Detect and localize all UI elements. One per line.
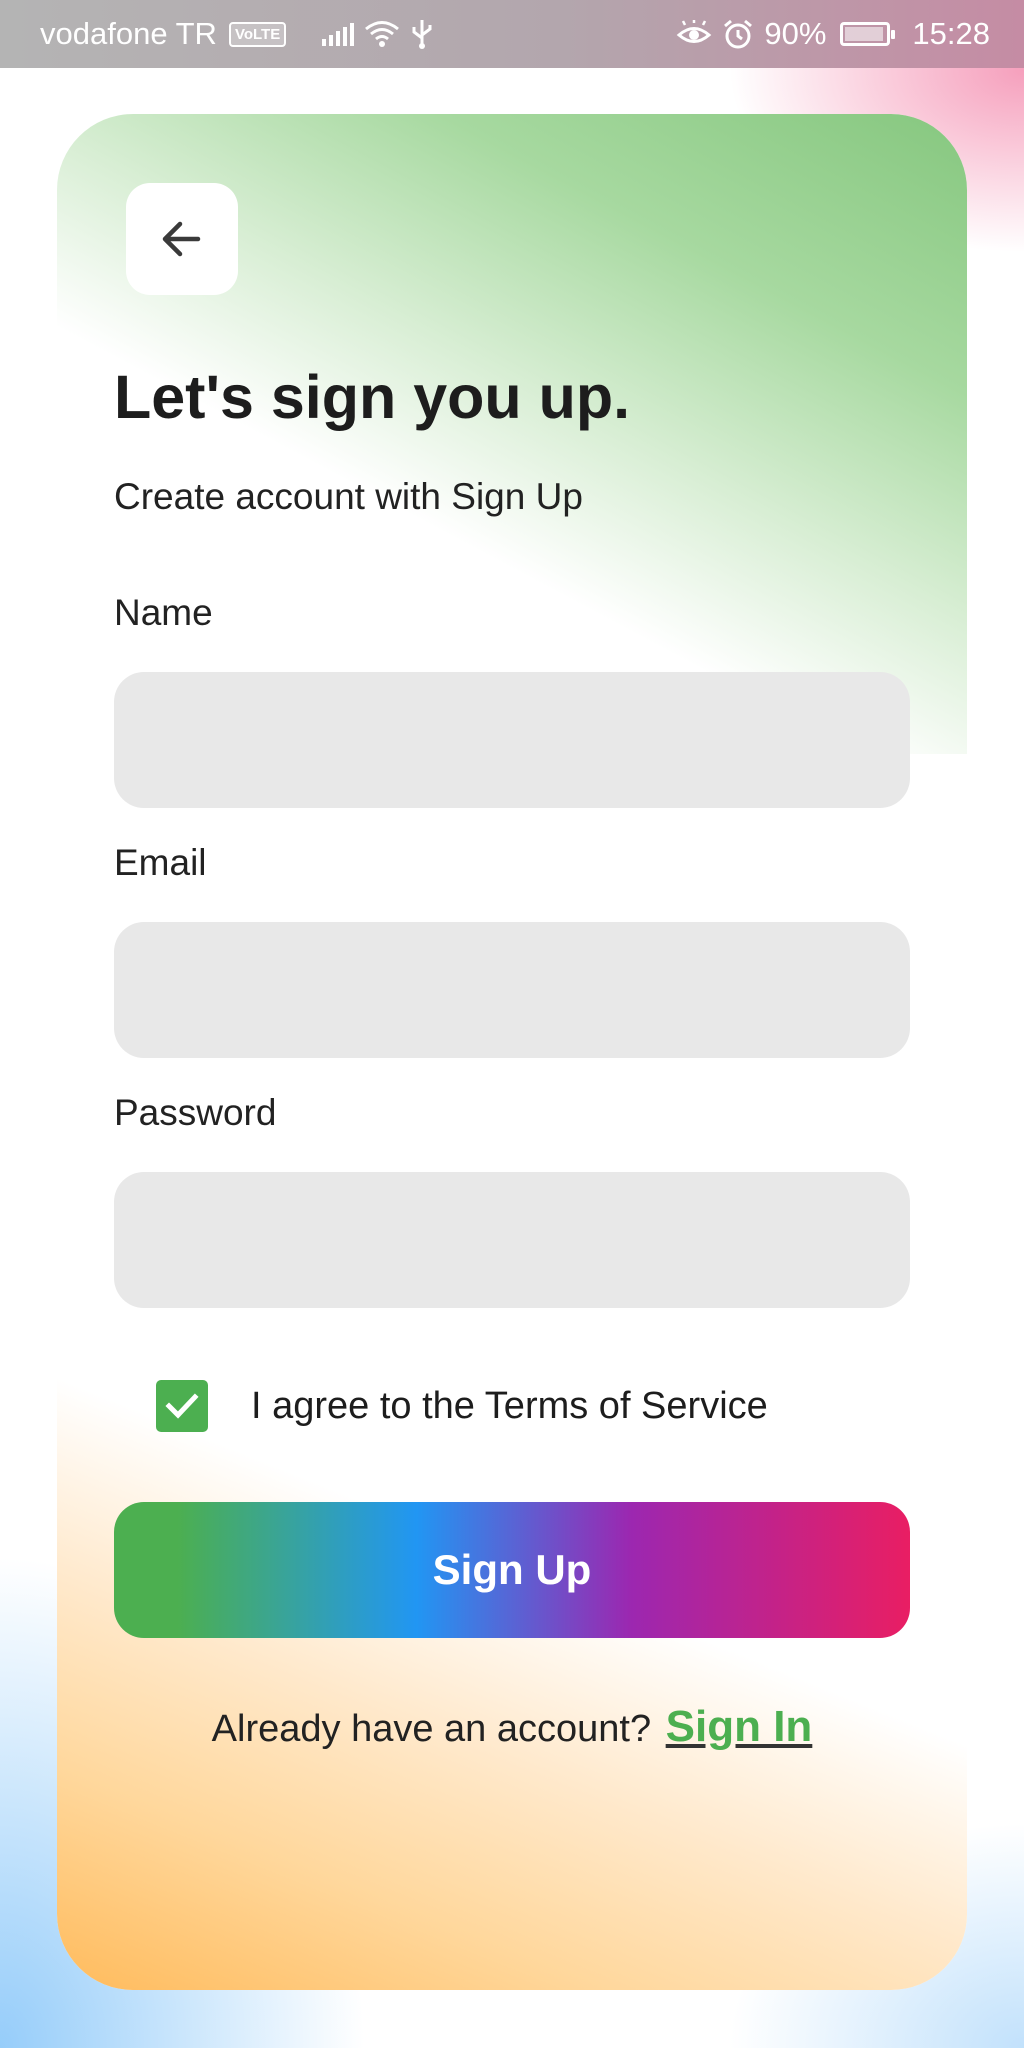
sign-in-prompt-text: Already have an account?: [211, 1708, 652, 1750]
volte-icon: VoLTE: [228, 21, 287, 47]
status-bar: vodafone TR VoLTE 90% 15:28: [0, 0, 1024, 68]
battery-percent: 90%: [764, 16, 827, 51]
card-gradient-bottom: [57, 1370, 967, 1990]
email-label: Email: [114, 842, 207, 883]
name-field[interactable]: [114, 672, 910, 808]
terms-label: I agree to the Terms of Service: [251, 1384, 768, 1427]
back-button[interactable]: [126, 183, 238, 295]
password-field[interactable]: [114, 1172, 910, 1308]
checkmark-icon: [165, 1393, 199, 1419]
page-subtitle: Create account with Sign Up: [114, 476, 583, 517]
terms-checkbox[interactable]: [156, 1380, 208, 1432]
usb-icon: [410, 18, 434, 50]
sign-in-link[interactable]: Sign In: [666, 1702, 813, 1751]
arrow-left-icon: [162, 221, 201, 257]
alarm-icon: [722, 18, 754, 50]
clock-time: 15:28: [912, 16, 990, 51]
name-label: Name: [114, 592, 213, 633]
email-field[interactable]: [114, 922, 910, 1058]
sign-in-prompt: Already have an account? Sign In: [57, 1702, 967, 1752]
wifi-icon: [364, 20, 400, 48]
sign-up-button[interactable]: Sign Up: [114, 1502, 910, 1638]
status-right: 90% 15:28: [676, 16, 990, 52]
eye-icon: [676, 20, 712, 48]
signup-card: Let's sign you up. Create account with S…: [57, 114, 967, 1990]
carrier-name: vodafone TR: [40, 16, 217, 51]
battery-icon: [840, 22, 896, 46]
status-left: vodafone TR VoLTE: [40, 16, 434, 52]
terms-row: I agree to the Terms of Service: [156, 1380, 768, 1432]
password-label: Password: [114, 1092, 277, 1133]
page-title: Let's sign you up.: [114, 363, 631, 431]
signal-icon: [322, 22, 355, 46]
